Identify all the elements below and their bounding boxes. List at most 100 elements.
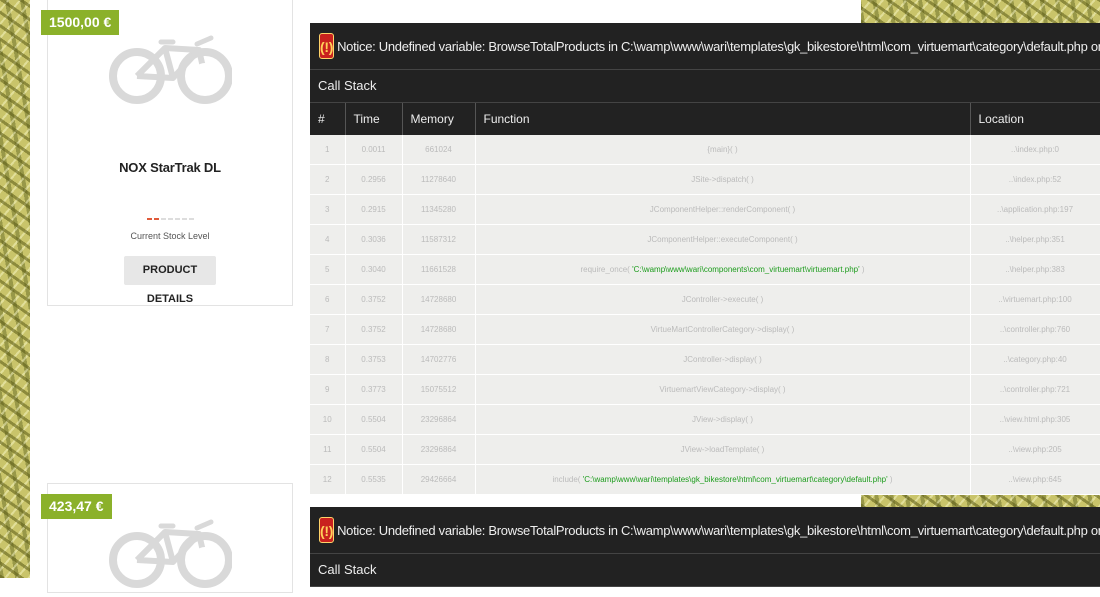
callstack-cell-memory: 11345280	[402, 194, 476, 225]
callstack-cell-location: ..\application.php:197	[970, 194, 1100, 225]
php-error-notice: (!) Notice: Undefined variable: BrowseTo…	[310, 507, 1100, 587]
error-header: (!) Notice: Undefined variable: BrowseTo…	[310, 507, 1100, 554]
callstack-cell-memory-text: 14728680	[420, 295, 457, 304]
callstack-title: Call Stack	[310, 70, 1100, 103]
callstack-row: 2 0.2956 11278640 JSite->dispatch( ) ..\inde…	[310, 164, 1100, 195]
callstack-cell-location: ..\helper.php:351	[970, 224, 1100, 255]
column-header-number: #	[310, 103, 346, 135]
callstack-cell-time-text: 0.3753	[361, 355, 386, 364]
callstack-cell-memory-text: 23296864	[420, 445, 457, 454]
callstack-cell-location-text: ..\application.php:197	[996, 205, 1074, 214]
column-header-function: Function	[475, 103, 971, 135]
callstack-cell-memory-text: 11661528	[421, 265, 456, 274]
php-error-notice: (!) Notice: Undefined variable: BrowseTo…	[310, 23, 1100, 495]
callstack-cell-number: 7	[310, 314, 346, 345]
callstack-cell-location-text: ..\category.php:40	[1003, 355, 1067, 364]
callstack-cell-function: JComponentHelper::renderComponent( )	[475, 194, 971, 225]
callstack-cell-number-text: 11	[323, 445, 332, 454]
price-badge: 423,47 €	[41, 494, 112, 519]
error-icon: (!)	[319, 33, 335, 59]
callstack-cell-memory: 661024	[402, 135, 476, 165]
callstack-cell-location: ..\controller.php:721	[970, 374, 1100, 405]
callstack-cell-function: require_once( 'C:\wamp\www\wari\componen…	[475, 254, 971, 285]
callstack-cell-time: 0.2956	[345, 164, 403, 195]
callstack-cell-function: VirtuemartViewCategory->display( )	[475, 374, 971, 405]
callstack-row: 5 0.3040 11661528 require_once( 'C:\wamp\ww…	[310, 254, 1100, 285]
callstack-cell-time-text: 0.5504	[361, 445, 386, 454]
callstack-row: 3 0.2915 11345280 JComponentHelper::renderC…	[310, 194, 1100, 225]
callstack-cell-function: VirtueMartControllerCategory->display( )	[475, 314, 971, 345]
callstack-cell-time: 0.3773	[345, 374, 403, 405]
bicycle-icon[interactable]	[107, 28, 233, 108]
callstack-cell-memory: 14728680	[402, 314, 476, 345]
stock-level-segment	[168, 218, 173, 220]
callstack-cell-number-text: 3	[325, 205, 330, 214]
callstack-cell-time: 0.5504	[345, 434, 403, 465]
callstack-cell-memory: 15075512	[402, 374, 476, 405]
callstack-row: 8 0.3753 14702776 JController->display( )..…	[310, 344, 1100, 375]
callstack-cell-time: 0.3753	[345, 344, 403, 375]
callstack-cell-function-text: JComponentHelper::renderComponent( )	[649, 205, 796, 214]
callstack-cell-location-text: ..\view.php:645	[1008, 475, 1062, 484]
callstack-cell-number: 2	[310, 164, 346, 195]
product-details-button[interactable]: PRODUCT DETAILS	[124, 256, 216, 305]
callstack-cell-time-text: 0.2915	[361, 205, 386, 214]
callstack-cell-function-text: require_once(	[580, 265, 630, 274]
callstack-cell-number: 4	[310, 224, 346, 255]
callstack-cell-memory: 14728680	[402, 284, 476, 315]
callstack-row: 11 0.5504 23296864 JView->loadTemplate( )..…	[310, 434, 1100, 465]
callstack-cell-number: 3	[310, 194, 346, 225]
error-message: Notice: Undefined variable: BrowseTotalP…	[337, 38, 1100, 54]
callstack-cell-location-text: ..\helper.php:351	[1005, 235, 1065, 244]
callstack-cell-function-text: include(	[552, 475, 581, 484]
callstack-cell-function-text: JComponentHelper::executeComponent( )	[647, 235, 798, 244]
callstack-row: 1 0.0011 661024 {main}( ) ..\index.php:0	[310, 135, 1100, 165]
stock-level-segment	[161, 218, 166, 220]
bicycle-icon[interactable]	[107, 512, 233, 592]
callstack-cell-memory: 23296864	[402, 434, 476, 465]
callstack-cell-function: JComponentHelper::executeComponent( )	[475, 224, 971, 255]
callstack-cell-function: JController->display( )	[475, 344, 971, 375]
callstack-cell-number-text: 7	[325, 325, 330, 334]
callstack-cell-function-text: JController->execute( )	[681, 295, 764, 304]
callstack-cell-location: ..\view.php:645	[970, 464, 1100, 495]
callstack-cell-location: ..\index.php:52	[970, 164, 1100, 195]
callstack-cell-number-text: 5	[325, 265, 330, 274]
callstack-cell-location-text: ..\controller.php:760	[999, 325, 1071, 334]
column-header-location: Location	[970, 103, 1100, 135]
callstack-cell-time: 0.0011	[345, 135, 403, 165]
callstack-row: 12 0.5535 29426664 include( 'C:\wamp\www\wa…	[310, 464, 1100, 495]
callstack-cell-location-text: ..\virtuemart.php:100	[998, 295, 1072, 304]
callstack-row: 9 0.3773 15075512 VirtuemartViewCategory->d…	[310, 374, 1100, 405]
callstack-cell-number-text: 8	[325, 355, 330, 364]
callstack-cell-location-text: ..\controller.php:721	[999, 385, 1071, 394]
callstack-cell-number-text: 2	[325, 175, 330, 184]
callstack-cell-memory: 11278640	[402, 164, 476, 195]
stock-level-label: Current Stock Level	[130, 231, 210, 241]
callstack-file-path: 'C:\wamp\www\wari\components\com_virtuem…	[632, 265, 860, 274]
callstack-cell-function-text: VirtueMartControllerCategory->display( )	[650, 325, 795, 334]
callstack-cell-number-text: 4	[325, 235, 330, 244]
callstack-cell-time-text: 0.5535	[361, 475, 386, 484]
callstack-cell-location: ..\view.php:205	[970, 434, 1100, 465]
callstack-cell-memory: 29426664	[402, 464, 476, 495]
product-name[interactable]: NOX StarTrak DL	[47, 160, 293, 175]
callstack-row: 7 0.3752 14728680 VirtueMartControllerCateg…	[310, 314, 1100, 345]
callstack-cell-time-text: 0.3752	[361, 325, 386, 334]
callstack-cell-location-text: ..\helper.php:383	[1005, 265, 1065, 274]
callstack-table: # Time Memory Function Location 1 0.0011 6…	[310, 103, 1100, 495]
callstack-cell-time: 0.3036	[345, 224, 403, 255]
callstack-cell-location-text: ..\view.html.php:305	[999, 415, 1071, 424]
error-icon: (!)	[319, 517, 335, 543]
callstack-cell-location: ..\view.html.php:305	[970, 404, 1100, 435]
callstack-cell-number: 11	[310, 434, 346, 465]
callstack-cell-memory-text: 14702776	[420, 355, 457, 364]
callstack-title: Call Stack	[310, 554, 1100, 587]
callstack-cell-function-text: JView->display( )	[692, 415, 753, 424]
callstack-cell-memory-text: 11345280	[421, 205, 456, 214]
callstack-cell-memory-text: 15075512	[420, 385, 457, 394]
callstack-cell-time-text: 0.3040	[361, 265, 386, 274]
callstack-cell-location: ..\index.php:0	[970, 135, 1100, 165]
callstack-cell-time-text: 0.3036	[361, 235, 386, 244]
callstack-cell-time: 0.3752	[345, 284, 403, 315]
